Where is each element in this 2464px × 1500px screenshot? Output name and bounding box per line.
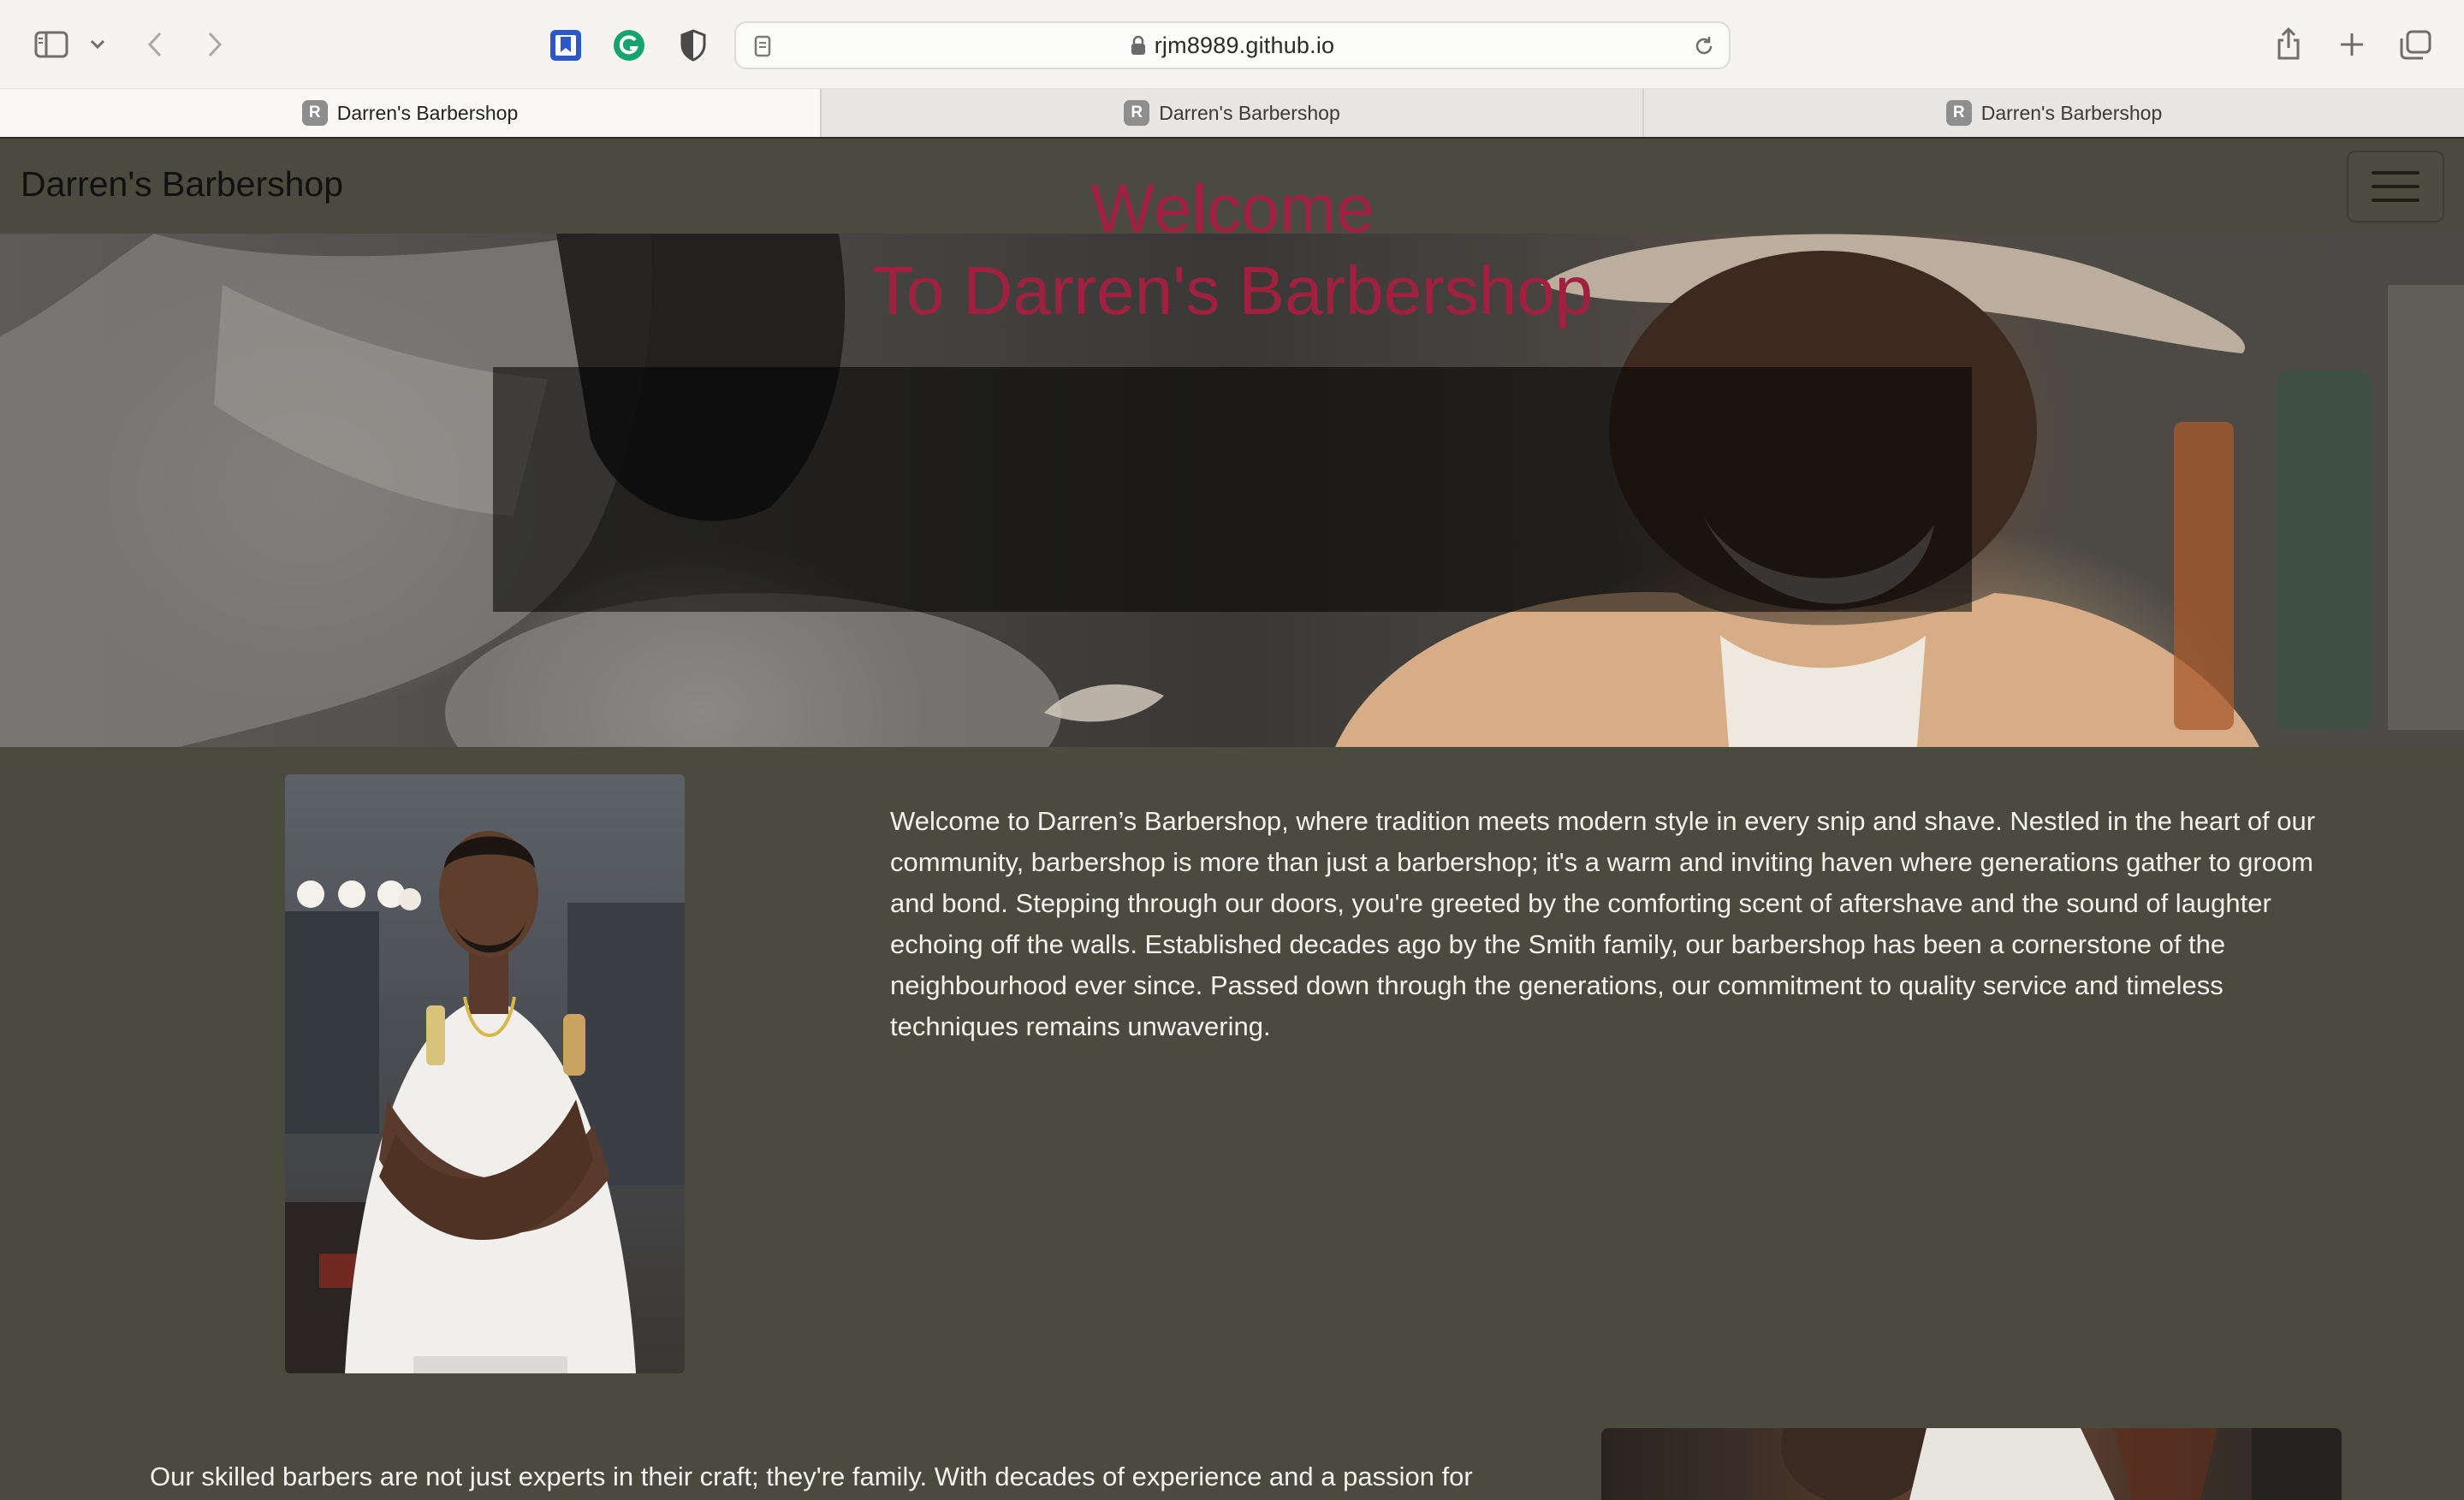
- grammarly-icon[interactable]: [611, 27, 647, 63]
- url-text: rjm8989.github.io: [1154, 32, 1335, 58]
- tab-darrens-barbershop-1[interactable]: R Darren's Barbershop: [0, 89, 820, 137]
- barber-at-work-graphic: [1781, 1428, 2342, 1500]
- intro-paragraph: Welcome to Darren’s Barbershop, where tr…: [890, 806, 2316, 1041]
- tab-label: Darren's Barbershop: [1159, 101, 1340, 124]
- chevron-down-icon[interactable]: [87, 34, 108, 55]
- tab-darrens-barbershop-3[interactable]: R Darren's Barbershop: [1642, 89, 2464, 137]
- privacy-shield-icon[interactable]: [676, 27, 710, 63]
- reload-icon[interactable]: [1691, 33, 1717, 59]
- url-display: rjm8989.github.io: [736, 23, 1729, 68]
- tab-bar: R Darren's Barbershop R Darren's Barbers…: [0, 89, 2464, 139]
- barber-portrait-graphic: [285, 831, 685, 1373]
- bookmark-extension-icon[interactable]: [548, 27, 584, 63]
- tab-overview-icon[interactable]: [2396, 27, 2434, 63]
- menu-toggle-button[interactable]: [2347, 151, 2444, 222]
- menu-bar-line: [2372, 185, 2419, 188]
- barber-at-work-image: [1601, 1428, 2342, 1500]
- tab-label: Darren's Barbershop: [336, 101, 519, 124]
- site-favicon-icon: R: [1945, 100, 1972, 126]
- new-tab-plus-icon[interactable]: [2335, 27, 2369, 62]
- hero-overlay-box: [493, 367, 1972, 612]
- barber-portrait-image: [285, 774, 685, 1373]
- lock-icon: [1131, 35, 1146, 56]
- sidebar-toggle-icon[interactable]: [33, 27, 70, 62]
- back-arrow-icon[interactable]: [142, 29, 168, 60]
- hero-title-line1: Welcome: [1090, 170, 1374, 246]
- site-favicon-icon: R: [1124, 100, 1150, 126]
- menu-bar-line: [2372, 199, 2419, 202]
- tab-label: Darren's Barbershop: [1980, 101, 2163, 124]
- site-favicon-icon: R: [301, 100, 328, 126]
- site-brand[interactable]: Darren's Barbershop: [21, 164, 343, 205]
- hero-title: Welcome To Darren's Barbershop: [493, 168, 1972, 332]
- barbers-paragraph: Our skilled barbers are not just experts…: [150, 1461, 1473, 1491]
- hero-title-line2: To Darren's Barbershop: [871, 252, 1594, 329]
- browser-toolbar: rjm8989.github.io: [0, 0, 2464, 89]
- tab-darrens-barbershop-2[interactable]: R Darren's Barbershop: [820, 89, 1642, 137]
- forward-arrow-icon[interactable]: [202, 29, 228, 60]
- address-bar[interactable]: rjm8989.github.io: [734, 21, 1731, 69]
- share-icon[interactable]: [2271, 24, 2306, 63]
- menu-bar-line: [2372, 171, 2419, 175]
